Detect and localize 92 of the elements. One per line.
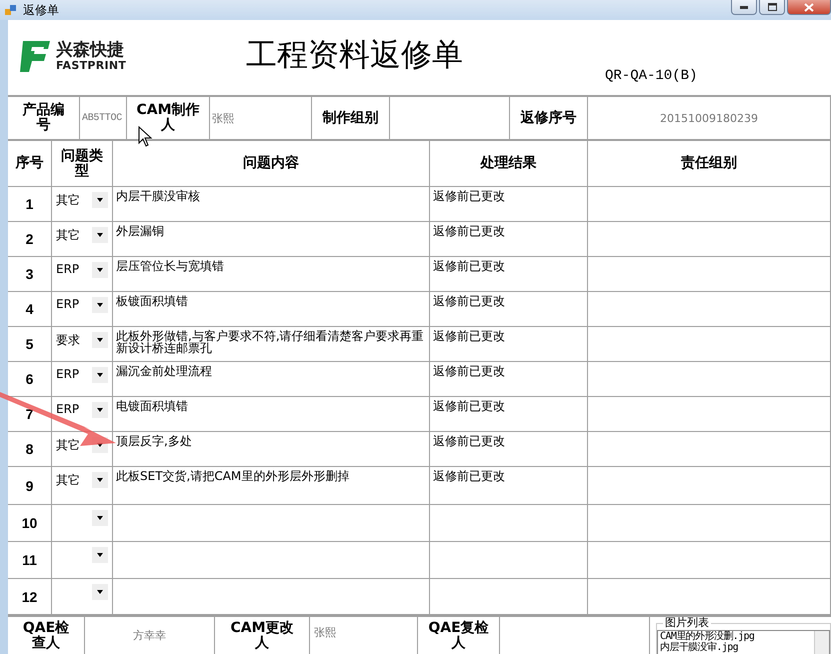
row-number: 1	[8, 187, 52, 222]
type-combobox[interactable]: ERP	[52, 257, 113, 292]
row-number: 2	[8, 222, 52, 257]
result-cell: 返修前已更改	[430, 292, 588, 327]
caret-icon	[97, 408, 103, 412]
form-code: QR-QA-10(B)	[605, 68, 698, 84]
dropdown-button[interactable]	[92, 367, 108, 383]
close-button[interactable]	[787, 0, 831, 15]
row-number: 5	[8, 327, 52, 362]
problem-content-cell: 电镀面积填错	[113, 397, 430, 432]
caret-icon	[97, 553, 103, 557]
app-icon	[4, 3, 18, 17]
image-listbox[interactable]: CAM里的外形没删.jpg 内层干膜没审.jpg	[657, 630, 830, 654]
caret-icon	[97, 373, 103, 377]
close-icon	[804, 2, 814, 12]
type-combobox[interactable]: ERP	[52, 362, 113, 397]
list-item[interactable]: CAM里的外形没删.jpg	[660, 631, 754, 642]
logo-icon	[18, 39, 52, 73]
dropdown-button[interactable]	[92, 332, 108, 348]
problem-content-cell: 层压管位长与宽填错	[113, 257, 430, 292]
dropdown-button[interactable]	[92, 584, 108, 600]
type-combobox[interactable]: 其它	[52, 187, 113, 222]
minimize-icon	[740, 6, 748, 8]
column-header: 序号	[8, 141, 52, 187]
type-combobox[interactable]: 其它	[52, 467, 113, 505]
problem-content-cell: 外层漏铜	[113, 222, 430, 257]
row-number: 10	[8, 505, 52, 542]
row-number: 4	[8, 292, 52, 327]
caret-icon	[97, 198, 103, 202]
result-cell: 返修前已更改	[430, 327, 588, 362]
problem-content-cell: 内层干膜没审核	[113, 187, 430, 222]
result-cell: 返修前已更改	[430, 467, 588, 505]
window-title: 返修单	[23, 2, 59, 18]
row-number: 11	[8, 542, 52, 579]
row-number: 9	[8, 467, 52, 505]
caret-icon	[97, 303, 103, 307]
field-value: 20151009180239	[588, 97, 831, 139]
cursor-icon	[138, 126, 152, 147]
group-title: 图片列表	[663, 617, 711, 629]
result-cell: 返修前已更改	[430, 362, 588, 397]
result-cell: 返修前已更改	[430, 432, 588, 467]
logo-subtitle: FASTPRINT	[56, 60, 126, 72]
column-header: 责任组别	[588, 141, 831, 187]
result-cell: 返修前已更改	[430, 257, 588, 292]
field-label: 产品编号	[8, 97, 80, 139]
dropdown-button[interactable]	[92, 547, 108, 563]
field-value: 张熙	[210, 97, 312, 139]
dropdown-button[interactable]	[92, 472, 108, 488]
problem-content-cell: 板镀面积填错	[113, 292, 430, 327]
result-cell: 返修前已更改	[430, 397, 588, 432]
field-label: 制作组别	[312, 97, 390, 139]
type-combobox[interactable]: 其它	[52, 222, 113, 257]
caret-icon	[97, 478, 103, 482]
field-label: QAE复检人	[418, 617, 500, 654]
column-header: 问题内容	[113, 141, 430, 187]
dropdown-button[interactable]	[92, 192, 108, 208]
row-number: 8	[8, 432, 52, 467]
dropdown-button[interactable]	[92, 402, 108, 418]
column-header: 问题类型	[52, 141, 113, 187]
list-item[interactable]: 内层干膜没审.jpg	[660, 642, 738, 653]
type-combobox[interactable]: ERP	[52, 292, 113, 327]
problem-content-cell: 顶层反字,多处	[113, 432, 430, 467]
caret-icon	[97, 516, 103, 520]
result-cell: 返修前已更改	[430, 187, 588, 222]
field-label: QAE检查人	[8, 617, 85, 654]
scrollbar[interactable]	[814, 631, 829, 654]
caret-icon	[97, 338, 103, 342]
dropdown-button[interactable]	[92, 297, 108, 313]
problem-content-cell: 漏沉金前处理流程	[113, 362, 430, 397]
field-value: 张熙	[310, 617, 418, 654]
caret-icon	[97, 233, 103, 237]
logo-text: 兴森快捷	[56, 40, 125, 60]
dropdown-button[interactable]	[92, 227, 108, 243]
column-header: 处理结果	[430, 141, 588, 187]
caret-icon	[97, 268, 103, 272]
dropdown-button[interactable]	[92, 510, 108, 526]
caret-icon	[97, 590, 103, 594]
form-title: 工程资料返修单	[246, 36, 464, 74]
field-value: 方幸幸	[85, 617, 215, 654]
dropdown-button[interactable]	[92, 262, 108, 278]
row-number: 12	[8, 579, 52, 615]
problem-content-cell: 此板外形做错,与客户要求不符,请仔细看清楚客户要求再重新设计桥连邮票孔	[113, 327, 430, 362]
field-label: CAM更改人	[215, 617, 310, 654]
problem-content-cell: 此板SET交货,请把CAM里的外形层外形删掉	[113, 467, 430, 505]
field-label: 返修序号	[510, 97, 588, 139]
minimize-button[interactable]	[731, 0, 757, 15]
maximize-button[interactable]	[759, 0, 785, 15]
result-cell: 返修前已更改	[430, 222, 588, 257]
row-number: 3	[8, 257, 52, 292]
maximize-icon	[768, 3, 776, 11]
type-combobox[interactable]: 要求	[52, 327, 113, 362]
field-value: AB5TTOC	[80, 97, 127, 139]
